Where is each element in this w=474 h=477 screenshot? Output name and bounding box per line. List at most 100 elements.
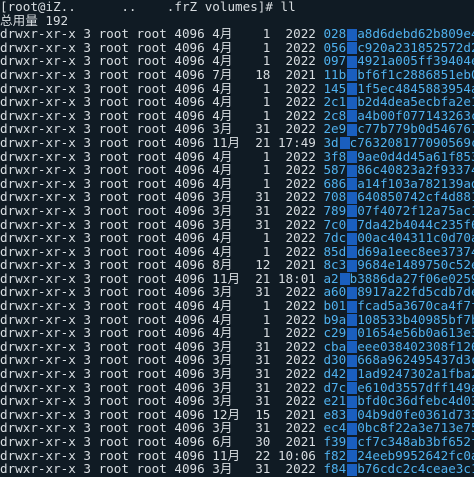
row-metadata: drwxr-xr-x 3 root root 4096 7月 18 2021 <box>0 67 324 82</box>
directory-name-rest[interactable]: 86c40823a2f9337420d7423 <box>357 163 474 177</box>
directory-name-rest[interactable]: 04b9d0fe0361d733033ca8 <box>357 408 474 422</box>
redaction-block <box>347 463 358 476</box>
row-metadata: drwxr-xr-x 3 root root 4096 4月 1 2022 <box>0 149 324 164</box>
directory-name[interactable]: 708 <box>323 190 346 204</box>
directory-name-rest[interactable]: 01654e56b0a613e37df23a <box>357 326 474 340</box>
directory-name[interactable]: 2e9 <box>323 122 346 136</box>
directory-name-rest[interactable]: 07f4072f12a75ac1ef1d6f <box>357 204 474 218</box>
directory-name-rest[interactable]: b3886da27f06e0259afe7 <box>350 272 474 286</box>
directory-name-rest[interactable]: c763208177090569cf7707 <box>350 136 474 150</box>
listing-row: drwxr-xr-x 3 root root 4096 3月 31 2022 f… <box>0 462 474 476</box>
directory-name[interactable]: 8c3 <box>323 258 346 272</box>
directory-name-rest[interactable]: d69a1eec8ee3737490820 <box>357 245 474 259</box>
directory-name[interactable]: 686 <box>323 177 346 191</box>
row-metadata: drwxr-xr-x 3 root root 4096 4月 1 2022 <box>0 231 324 245</box>
directory-name-rest[interactable]: fcad5a3670ca4f7fff49f <box>357 299 474 313</box>
listing-row: drwxr-xr-x 3 root root 4096 4月 1 2022 c2… <box>0 326 474 340</box>
directory-name-rest[interactable]: cf7c348ab3bf652fcd72b <box>357 435 474 449</box>
redaction-block <box>347 354 358 367</box>
directory-name-rest[interactable]: bfd0c36dfebc4d03a08f3 <box>357 394 474 408</box>
directory-name[interactable]: a60 <box>323 285 346 299</box>
redaction-block <box>347 151 358 164</box>
directory-name[interactable]: a2 <box>323 272 338 286</box>
directory-name-rest[interactable]: 640850742cf4d881c8f6e <box>357 190 474 204</box>
redaction-block <box>347 55 358 68</box>
redaction-block <box>347 395 358 408</box>
row-metadata: drwxr-xr-x 3 root root 4096 3月 31 2022 <box>0 217 324 232</box>
row-metadata: drwxr-xr-x 3 root root 4096 3月 31 2022 <box>0 421 324 435</box>
directory-name-rest[interactable]: 8917a22fd5cdb7def6673 <box>357 285 474 299</box>
directory-name-rest[interactable]: 668a962495437d3c371638 <box>357 353 474 367</box>
directory-name[interactable]: f82 <box>323 449 346 463</box>
row-metadata: drwxr-xr-x 3 root root 4096 6月 30 2021 <box>0 435 324 449</box>
directory-name[interactable]: b9a <box>323 313 346 327</box>
directory-name[interactable]: 2c1 <box>323 95 346 109</box>
directory-name[interactable]: ec4 <box>323 421 346 435</box>
directory-name[interactable]: 3d <box>323 136 338 150</box>
redaction-block <box>347 110 358 123</box>
directory-name-rest[interactable]: 9ae0d4d45a61f8537349f2 <box>357 150 474 164</box>
directory-name[interactable]: 587 <box>323 163 346 177</box>
row-metadata: drwxr-xr-x 3 root root 4096 11月 22 10:06 <box>0 448 324 463</box>
directory-name[interactable]: 11b <box>323 68 346 82</box>
directory-name[interactable]: f39 <box>323 435 346 449</box>
directory-name-rest[interactable]: b2d4dea5ecbfa2e1115d9eb <box>357 95 474 109</box>
directory-name[interactable]: 2c8 <box>323 109 346 123</box>
listing-row: drwxr-xr-x 3 root root 4096 8月 12 2021 8… <box>0 258 474 272</box>
directory-name[interactable]: 789 <box>323 204 346 218</box>
directory-name[interactable]: 145 <box>323 82 346 96</box>
listing-row: drwxr-xr-x 3 root root 4096 4月 1 2022 02… <box>0 27 474 41</box>
directory-name-rest[interactable]: 9684e1489750c52e53827 <box>357 258 474 272</box>
directory-name[interactable]: e83 <box>323 408 346 422</box>
directory-name[interactable]: cba <box>323 340 346 354</box>
directory-name-rest[interactable]: 00ac404311c0d70a9e0e <box>357 231 474 245</box>
directory-name-rest[interactable]: c77b779b0d546767424ab56 <box>357 122 474 136</box>
listing-row: drwxr-xr-x 3 root root 4096 3月 31 2022 7… <box>0 204 474 218</box>
redaction-block <box>347 191 358 204</box>
directory-name[interactable]: 7c0 <box>323 218 346 232</box>
directory-name-rest[interactable]: b76cdc2c4ceae3c1c6718 <box>357 462 474 476</box>
redaction-block <box>347 436 358 449</box>
directory-name-rest[interactable]: a4b00f077143263c2a490c7 <box>357 109 474 123</box>
listing-row: drwxr-xr-x 3 root root 4096 6月 30 2021 f… <box>0 435 474 449</box>
listing-row: drwxr-xr-x 3 root root 4096 3月 31 2022 c… <box>0 340 474 354</box>
listing-row: drwxr-xr-x 3 root root 4096 4月 1 2022 7d… <box>0 231 474 245</box>
listing-row: drwxr-xr-x 3 root root 4096 4月 1 2022 2c… <box>0 109 474 123</box>
redaction-block <box>347 341 358 354</box>
directory-name[interactable]: 3f8 <box>323 150 346 164</box>
directory-name[interactable]: d42 <box>323 367 346 381</box>
directory-name-rest[interactable]: e610d3557dff149a0bc0a <box>357 381 474 395</box>
directory-name[interactable]: 7dc <box>323 231 346 245</box>
directory-name-rest[interactable]: 1ad9247302a1fba2ede67b <box>357 367 474 381</box>
directory-name[interactable]: c29 <box>323 326 346 340</box>
directory-name[interactable]: d7c <box>323 381 346 395</box>
directory-name-rest[interactable]: c920a231852572d287e3093 <box>357 41 474 55</box>
directory-name-rest[interactable]: 0bc8f22a3e713e75588aa8 <box>357 421 474 435</box>
row-metadata: drwxr-xr-x 3 root root 4096 3月 31 2022 <box>0 285 324 300</box>
redaction-block <box>347 286 358 299</box>
listing-row: drwxr-xr-x 3 root root 4096 4月 1 2022 05… <box>0 41 474 55</box>
directory-name-rest[interactable]: 4921a005ff39404edf72fe3 <box>357 54 474 68</box>
directory-name[interactable]: 028 <box>323 27 346 41</box>
row-metadata: drwxr-xr-x 3 root root 4096 4月 1 2022 <box>0 54 324 68</box>
directory-name-rest[interactable]: bf6f1c2886851eb094dbaab <box>357 68 474 82</box>
row-metadata: drwxr-xr-x 3 root root 4096 3月 31 2022 <box>0 339 324 354</box>
directory-name-rest[interactable]: 24eeb9952642fc0a8eb0d <box>357 449 474 463</box>
row-metadata: drwxr-xr-x 3 root root 4096 4月 1 2022 <box>0 95 324 109</box>
directory-name-rest[interactable]: 1f5ec4845883954a90273e7 <box>357 82 474 96</box>
directory-name[interactable]: f84 <box>323 462 346 476</box>
directory-name[interactable]: 097 <box>323 54 346 68</box>
directory-name-rest[interactable]: a8d6debd62b809e4df9e713 <box>357 27 474 41</box>
listing-row: drwxr-xr-x 3 root root 4096 3月 31 2022 2… <box>0 122 474 136</box>
directory-name[interactable]: b01 <box>323 299 346 313</box>
directory-name[interactable]: e21 <box>323 394 346 408</box>
directory-name[interactable]: 85d <box>323 245 346 259</box>
directory-name[interactable]: d30 <box>323 353 346 367</box>
directory-name-rest[interactable]: eee038402308f126c009de <box>357 340 474 354</box>
directory-name-rest[interactable]: 7da42b4044c235f665f8e <box>357 218 474 232</box>
directory-name-rest[interactable]: a14f103a782139ad48de52 <box>357 177 474 191</box>
terminal-window[interactable]: [root@iZ.. .. .frZ volumes]# ll 总用量 192 … <box>0 0 474 477</box>
directory-name[interactable]: 056 <box>323 41 346 55</box>
row-metadata: drwxr-xr-x 3 root root 4096 11月 21 17:49 <box>0 135 324 150</box>
directory-name-rest[interactable]: 108533b40985bf7b9d96b <box>357 313 474 327</box>
